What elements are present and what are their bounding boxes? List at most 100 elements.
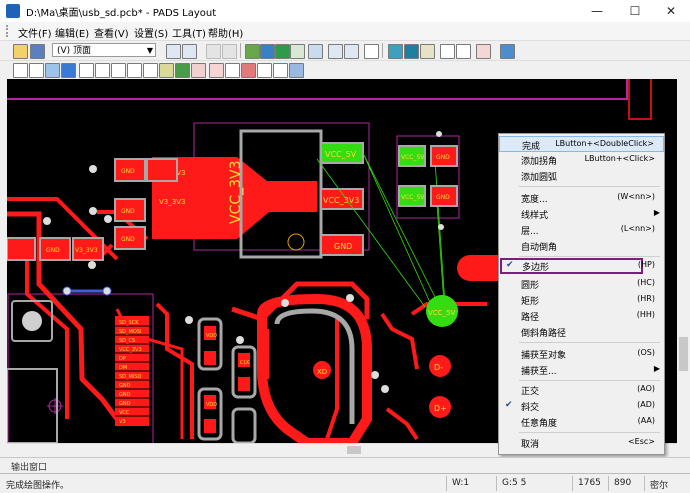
menu-item-circle[interactable]: 圆形 (HC) xyxy=(499,276,664,292)
select-mode-icon[interactable] xyxy=(29,63,44,78)
menu-item-complete[interactable]: 完成 LButton+<DoubleClick> xyxy=(499,136,664,152)
menu-bar: 文件(F) 编辑(E) 查看(V) 设置(S) 工具(T) 帮助(H) xyxy=(0,22,690,40)
merge-icon[interactable] xyxy=(257,63,272,78)
menu-view[interactable]: 查看(V) xyxy=(94,25,129,40)
menu-item-orthogonal[interactable]: 正交 (AO) xyxy=(499,382,664,398)
hatch-icon[interactable] xyxy=(209,63,224,78)
vertical-scrollbar[interactable] xyxy=(677,79,690,443)
plane-area-icon[interactable] xyxy=(127,63,142,78)
route-icon[interactable] xyxy=(245,44,260,59)
shape-icon[interactable] xyxy=(111,63,126,78)
menu-item-shortcut: LButton+<DoubleClick> xyxy=(555,139,654,148)
menu-item-auto-miter[interactable]: 自动倒角 xyxy=(499,238,664,254)
cap-label: GND xyxy=(46,247,60,254)
menu-item-shortcut: (OS) xyxy=(637,348,655,357)
menu-item-label: 捕获至对象 xyxy=(521,351,567,361)
menu-item-shortcut: (HP) xyxy=(637,260,655,269)
regulator-value-label: VCC_3V3 xyxy=(228,160,244,224)
status-separator xyxy=(446,476,447,491)
layer-pair-icon[interactable] xyxy=(166,44,181,59)
vcc3v3-label: VCC_3V3 xyxy=(323,196,359,205)
menu-edit[interactable]: 编辑(E) xyxy=(55,25,89,40)
menu-separator xyxy=(519,256,660,257)
add-trace-icon[interactable] xyxy=(45,63,60,78)
combine-icon[interactable] xyxy=(273,63,288,78)
menu-item-rectangle[interactable]: 矩形 (HR) xyxy=(499,292,664,308)
verify-icon[interactable] xyxy=(388,44,403,59)
status-separator xyxy=(496,476,497,491)
2d-line-icon[interactable] xyxy=(159,63,174,78)
copper-cutout-icon[interactable] xyxy=(95,63,110,78)
menu-item-diagonal[interactable]: ✔ 斜交 (AD) xyxy=(499,398,664,414)
menu-item-snap-to[interactable]: 捕获至... ▶ xyxy=(499,362,664,378)
menu-item-add-corner[interactable]: 添加拐角 LButton+<Click> xyxy=(499,152,664,168)
chip-pin-label: VCC_3V3 xyxy=(119,347,142,353)
via xyxy=(104,215,112,223)
layer-select-value: (V) 顶面 xyxy=(57,46,92,56)
open-icon[interactable] xyxy=(13,44,28,59)
menu-item-polygon[interactable]: ✔ 多边形 (HP) xyxy=(500,258,655,274)
display-colors-icon[interactable] xyxy=(182,44,197,59)
menu-item-chamfer-path[interactable]: 倒斜角路径 xyxy=(499,324,664,340)
maximize-button[interactable]: ☐ xyxy=(620,0,650,22)
menu-item-layer[interactable]: 层... (L<nn>) xyxy=(499,222,664,238)
dimension-icon[interactable] xyxy=(308,44,323,59)
usb-pin-label: D- xyxy=(434,363,443,372)
modify-icon[interactable] xyxy=(241,63,256,78)
redraw-icon[interactable] xyxy=(206,44,221,59)
keepout-icon[interactable] xyxy=(191,63,206,78)
report-icon[interactable] xyxy=(440,44,455,59)
vertical-scroll-thumb[interactable] xyxy=(679,337,688,371)
trace-f xyxy=(155,302,194,439)
cam-icon[interactable] xyxy=(420,44,435,59)
board-view-icon[interactable] xyxy=(222,44,237,59)
horizontal-scroll-thumb[interactable] xyxy=(347,446,361,454)
menu-file[interactable]: 文件(F) xyxy=(18,25,52,40)
chip-pin-label: SD_SCK xyxy=(119,320,139,326)
close-button[interactable]: ✕ xyxy=(656,0,686,22)
drafting-icon[interactable] xyxy=(290,44,305,59)
copper-icon[interactable] xyxy=(79,63,94,78)
select-arrow-icon[interactable] xyxy=(13,63,28,78)
menu-item-shortcut: (HC) xyxy=(637,278,655,287)
move-icon[interactable] xyxy=(61,63,76,78)
save-icon[interactable] xyxy=(30,44,45,59)
menu-item-cancel[interactable]: 取消 <Esc> xyxy=(499,435,664,451)
board-outline-icon[interactable] xyxy=(175,63,190,78)
menu-item-width[interactable]: 宽度... (W<nn>) xyxy=(499,190,664,206)
via xyxy=(436,131,442,137)
menu-item-add-arc[interactable]: 添加圆弧 xyxy=(499,168,664,184)
layer-select[interactable]: (V) 顶面 ▼ xyxy=(52,43,156,57)
design-toolbar-icon[interactable] xyxy=(260,44,275,59)
text-icon[interactable] xyxy=(143,63,158,78)
cap-pad xyxy=(7,237,36,261)
chip-pin-label: VCC xyxy=(119,410,130,416)
menu-item-line-style[interactable]: 线样式 ▶ xyxy=(499,206,664,222)
output-window-tab[interactable]: 输出窗口 xyxy=(0,457,690,473)
minimize-button[interactable]: — xyxy=(582,0,612,22)
zoom-icon[interactable] xyxy=(364,44,379,59)
cap-label: GND xyxy=(436,194,450,201)
view-nets-icon[interactable] xyxy=(456,44,471,59)
menu-tools[interactable]: 工具(T) xyxy=(172,25,206,40)
menu-item-label: 层... xyxy=(521,227,539,237)
menu-setup[interactable]: 设置(S) xyxy=(134,25,168,40)
menu-item-any-angle[interactable]: 任意角度 (AA) xyxy=(499,414,664,430)
pads-app-icon xyxy=(6,4,20,18)
window-icon[interactable] xyxy=(500,44,515,59)
menu-help[interactable]: 帮助(H) xyxy=(208,25,243,40)
pour-manager-icon[interactable] xyxy=(404,44,419,59)
split-icon[interactable] xyxy=(289,63,304,78)
redo-icon[interactable] xyxy=(344,44,359,59)
small-part-label: VDD xyxy=(206,333,217,339)
from-library-icon[interactable] xyxy=(225,63,240,78)
help-icon[interactable] xyxy=(476,44,491,59)
menu-item-label: 取消 xyxy=(521,440,540,450)
status-message: 完成绘图操作。 xyxy=(6,481,70,491)
menu-item-snap-to-object[interactable]: 捕获至对象 (OS) xyxy=(499,346,664,362)
ecO-toolbar-icon[interactable] xyxy=(275,44,290,59)
undo-icon[interactable] xyxy=(328,44,343,59)
menu-item-path[interactable]: 路径 (HH) xyxy=(499,308,664,324)
chip-pin-label: GND xyxy=(119,383,131,389)
drafting-toolbar xyxy=(0,60,690,80)
